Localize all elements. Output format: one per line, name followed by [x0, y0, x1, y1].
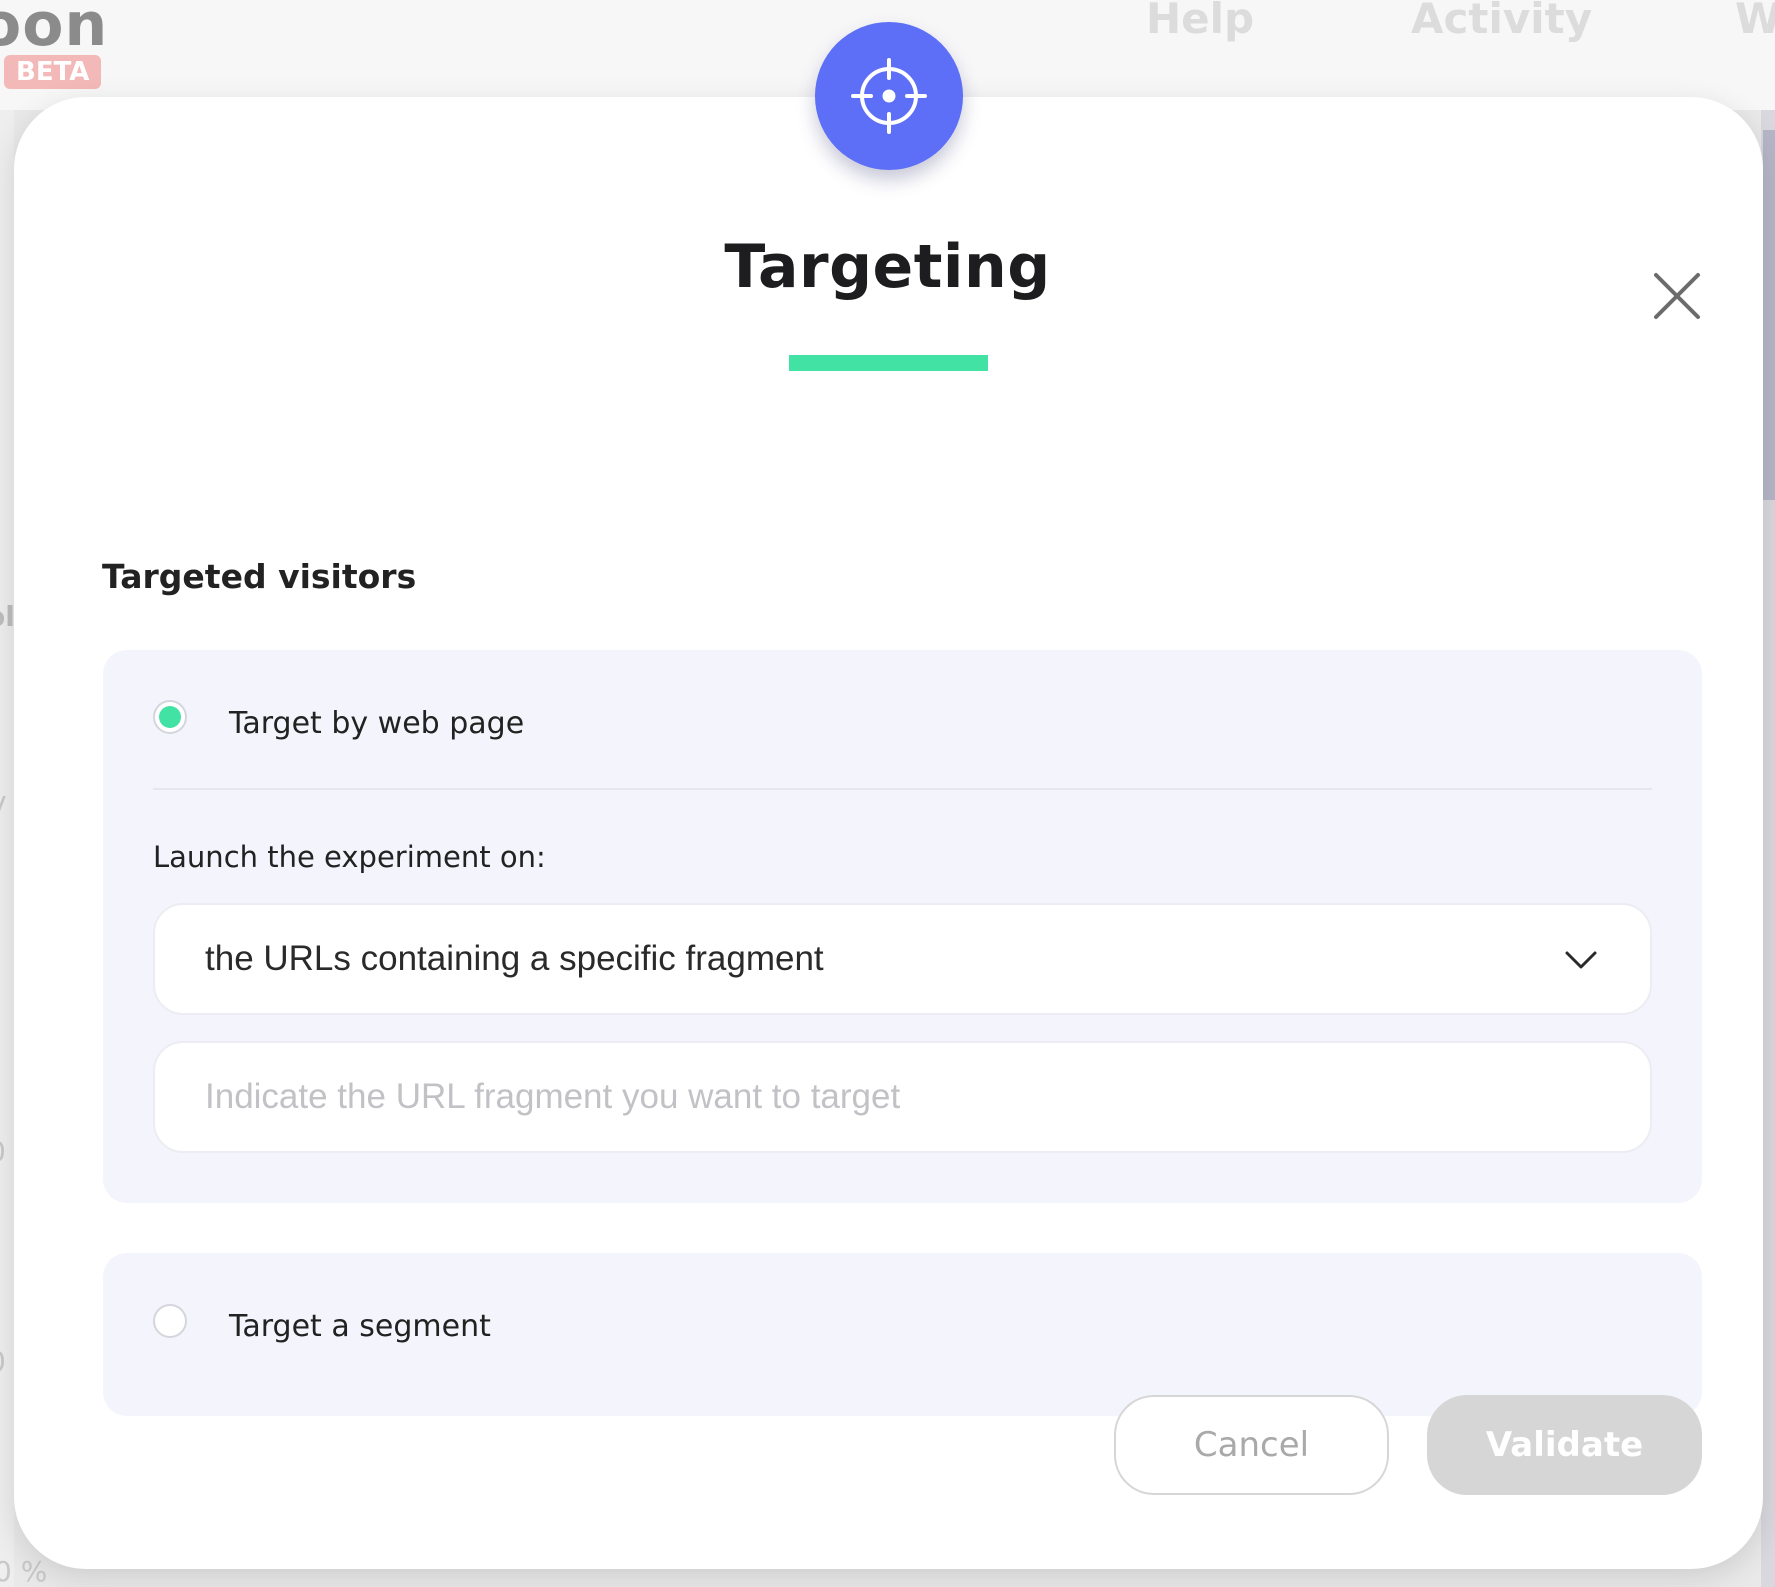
background-text: ol: [0, 600, 15, 633]
select-value: the URLs containing a specific fragment: [205, 939, 824, 978]
background-text: 0 %: [0, 1555, 48, 1587]
background-scrollbar: [1763, 130, 1775, 500]
option-card-web-page: Target by web page Launch the experiment…: [103, 650, 1702, 1203]
crosshair-icon: [851, 58, 927, 134]
nav-help[interactable]: Help: [1146, 0, 1254, 43]
launch-field-label: Launch the experiment on:: [153, 840, 546, 874]
modal-title: Targeting: [724, 232, 1051, 302]
cancel-button[interactable]: Cancel: [1114, 1395, 1389, 1495]
page: oon BETA Help Activity W ol v 0 0 0 % Ta…: [0, 0, 1775, 1587]
background-text: 0: [0, 1345, 6, 1378]
section-heading: Targeted visitors: [102, 557, 417, 596]
launch-mode-select[interactable]: the URLs containing a specific fragment: [153, 903, 1652, 1015]
nav-activity[interactable]: Activity: [1411, 0, 1592, 43]
background-text: 0: [0, 1135, 6, 1168]
radio-target-a-segment[interactable]: [153, 1304, 187, 1338]
option-card-segment: Target a segment: [103, 1253, 1702, 1416]
divider: [153, 788, 1652, 790]
url-fragment-input[interactable]: [153, 1041, 1652, 1153]
radio-label-target-a-segment[interactable]: Target a segment: [229, 1309, 491, 1344]
radio-label-target-by-web-page[interactable]: Target by web page: [229, 706, 524, 741]
nav-more[interactable]: W: [1735, 0, 1775, 43]
validate-button[interactable]: Validate: [1427, 1395, 1702, 1495]
targeting-modal: Targeted visitors Target by web page Lau…: [14, 97, 1763, 1569]
chevron-down-icon: [1565, 951, 1597, 969]
background-text: v: [0, 785, 7, 818]
beta-badge: BETA: [4, 55, 102, 89]
title-underline: [789, 355, 988, 371]
radio-target-by-web-page[interactable]: [153, 700, 187, 734]
app-logo: oon: [0, 0, 109, 60]
targeting-badge: [815, 22, 963, 170]
